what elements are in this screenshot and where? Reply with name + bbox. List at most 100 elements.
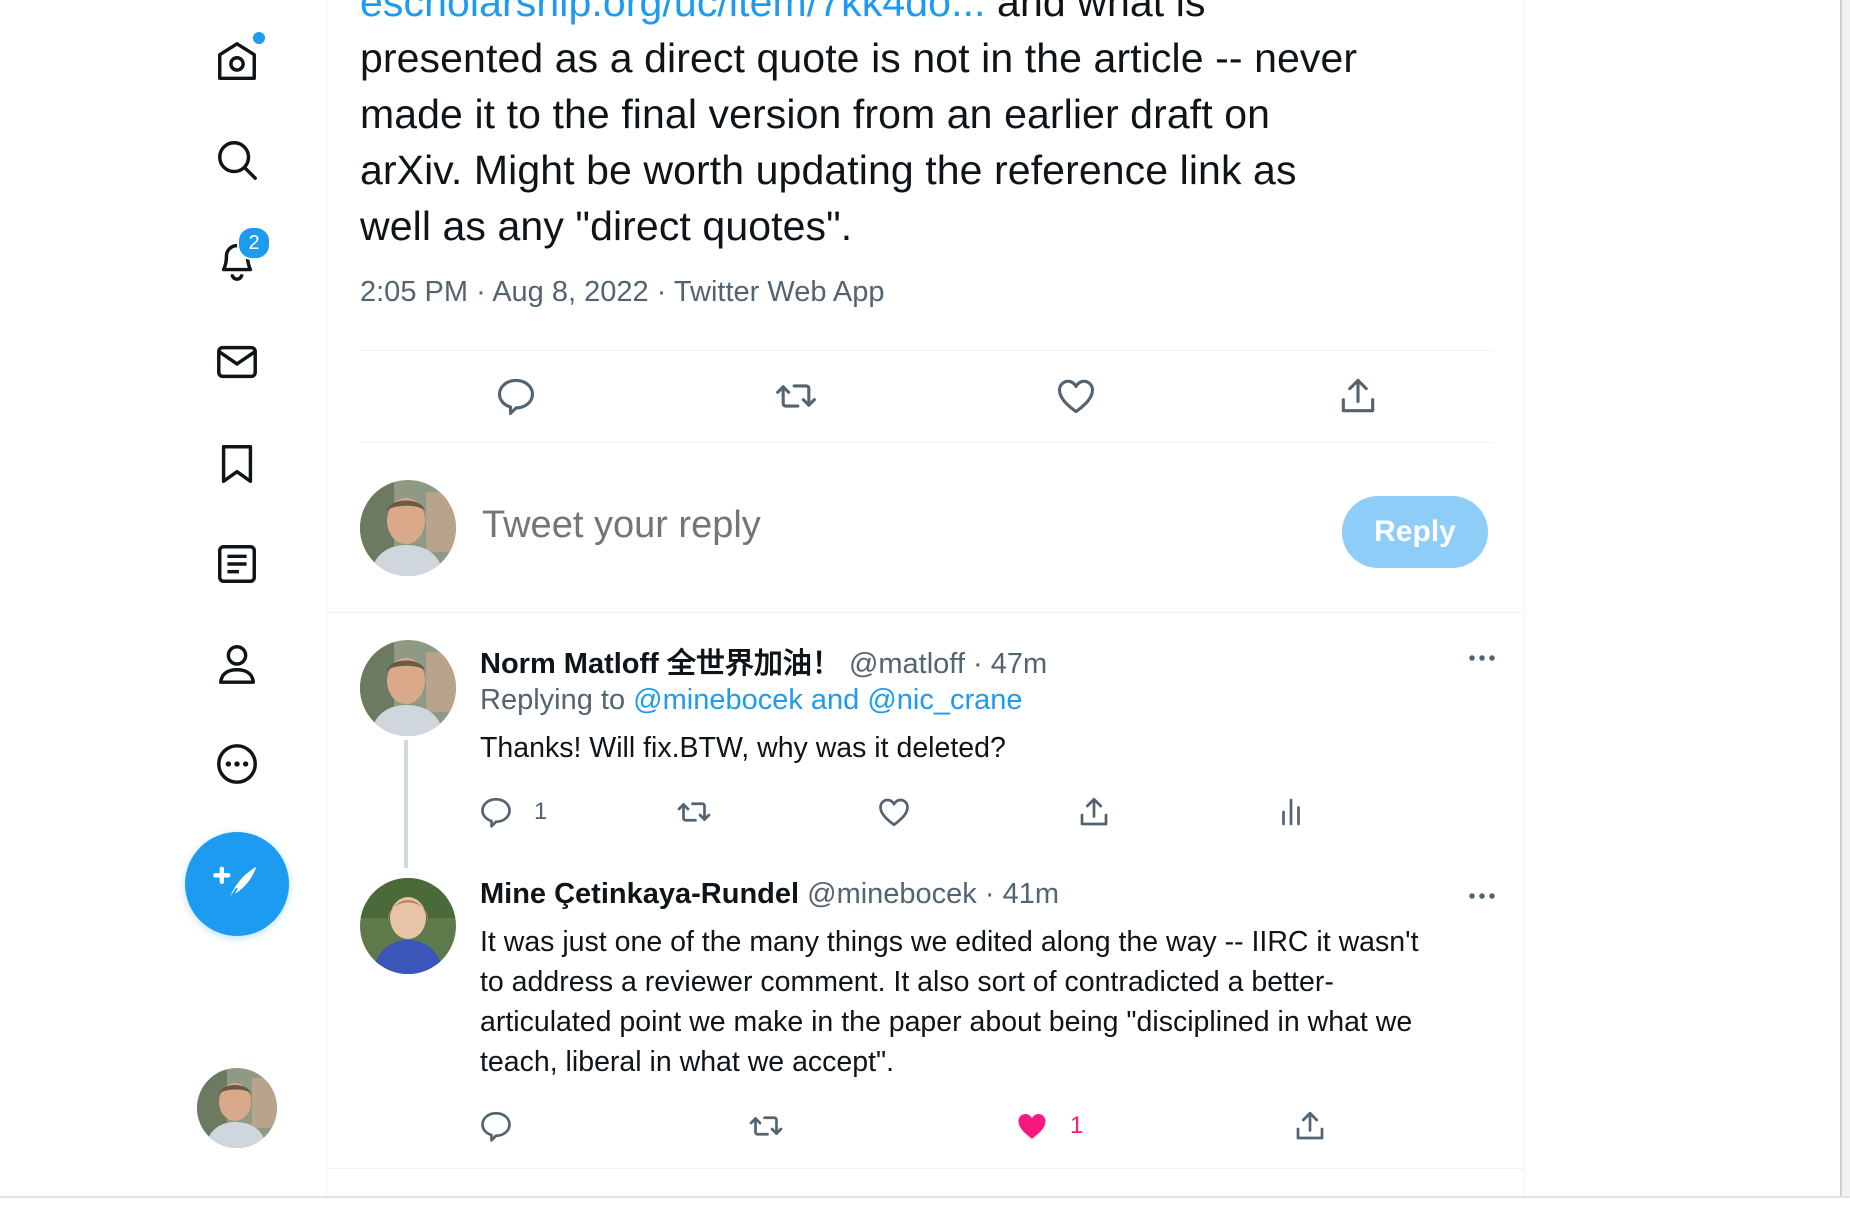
tweet-text: escholarship.org/uc/item/7kk4do... and w… (360, 0, 1500, 254)
nav-bookmarks[interactable] (203, 430, 271, 498)
ellipsis-icon (1469, 893, 1495, 899)
tweet-source[interactable]: Twitter Web App (674, 276, 885, 308)
more-options-button[interactable] (1456, 876, 1508, 916)
share-icon (1080, 797, 1108, 826)
reply-text-line: articulated point we make in the paper a… (480, 1006, 1413, 1038)
nav-profile[interactable] (203, 630, 271, 698)
tweet-text-line: arXiv. Might be worth updating the refer… (360, 147, 1297, 193)
share-button[interactable] (1292, 1104, 1328, 1148)
reply-time[interactable]: 47m (991, 648, 1047, 680)
profile-icon (218, 645, 256, 684)
tweet-time[interactable]: 2:05 PM (360, 276, 468, 308)
user-handle[interactable]: @matloff (849, 648, 965, 680)
notification-badge: 2 (237, 226, 271, 260)
reply-text-line: teach, liberal in what we accept". (480, 1046, 895, 1078)
share-button[interactable] (1076, 790, 1112, 834)
reply-header: Mine Çetinkaya-Rundel @minebocek · 41m (480, 878, 1059, 911)
ellipsis-icon (1469, 655, 1495, 661)
reply-count: 1 (534, 798, 548, 825)
share-button[interactable] (1332, 370, 1384, 422)
account-avatar[interactable] (197, 1068, 277, 1148)
thread-connector-line (404, 740, 408, 868)
tweet-action-bar (360, 350, 1494, 442)
display-name[interactable]: Norm Matloff 全世界加油！ (480, 648, 841, 680)
nav-notifications[interactable]: 2 (203, 226, 271, 294)
analytics-button[interactable] (1276, 790, 1312, 834)
reply-button[interactable]: 1 (478, 790, 547, 834)
nav-messages[interactable] (203, 328, 271, 396)
bookmark-icon (221, 445, 253, 483)
tweet-text-line: made it to the final version from an ear… (360, 91, 1271, 137)
lists-icon (218, 545, 256, 583)
sidebar-nav: 2 (0, 0, 327, 1196)
window-edge (1840, 0, 1850, 1196)
home-icon (218, 42, 256, 81)
nav-lists[interactable] (203, 530, 271, 598)
replying-prefix: Replying to (480, 684, 634, 716)
search-icon (218, 141, 257, 180)
retweet-button[interactable] (676, 790, 712, 834)
avatar-image (360, 878, 456, 974)
feather-plus-icon (213, 866, 257, 902)
divider (326, 1168, 1524, 1169)
like-button[interactable] (1050, 370, 1102, 422)
nav-home[interactable] (203, 28, 271, 96)
meta-sep: · (476, 276, 486, 308)
like-count: 1 (1070, 1112, 1084, 1139)
nav-explore[interactable] (203, 126, 271, 194)
tweet-meta: 2:05 PM · Aug 8, 2022 · Twitter Web App (360, 276, 885, 309)
reply-text-line: to address a reviewer comment. It also s… (480, 966, 1334, 998)
tweet-text-line: well as any "direct quotes". (360, 203, 853, 249)
more-circle-icon (217, 744, 257, 784)
mail-icon (217, 345, 257, 379)
replying-mentions[interactable]: @minebocek and @nic_crane (633, 684, 1022, 716)
heart-icon (1057, 379, 1095, 414)
reply-text-line: It was just one of the many things we ed… (480, 926, 1419, 958)
heart-icon (879, 798, 909, 827)
tweet-text-fragment: and what is (985, 0, 1206, 25)
reply-button[interactable] (490, 370, 542, 422)
meta-sep: · (656, 276, 667, 308)
more-options-button[interactable] (1456, 638, 1508, 678)
reply-text: It was just one of the many things we ed… (480, 922, 1490, 1082)
reply-button[interactable] (478, 1104, 514, 1148)
replying-to: Replying to @minebocek and @nic_crane (480, 684, 1023, 717)
share-icon (1296, 1111, 1324, 1140)
reply-submit-button[interactable]: Reply (1342, 496, 1488, 568)
unread-dot (253, 32, 265, 44)
avatar-image (360, 480, 456, 576)
like-button[interactable] (876, 790, 912, 834)
analytics-bars-icon (1282, 798, 1300, 826)
retweet-button[interactable] (770, 370, 822, 422)
avatar-image (360, 640, 456, 736)
reply-header: Norm Matloff 全世界加油！ @matloff · 47m (480, 640, 1047, 682)
reply-bubble-icon (497, 378, 535, 415)
reply-avatar[interactable] (360, 640, 456, 736)
reply-avatar[interactable] (360, 878, 456, 974)
reply-time[interactable]: 41m (1003, 878, 1059, 910)
tweet-text-line: presented as a direct quote is not in th… (360, 35, 1358, 81)
twitter-page: 2 escholarship.org/uc/item/7kk4do... and… (0, 0, 1850, 1206)
nav-more[interactable] (203, 730, 271, 798)
retweet-button[interactable] (748, 1104, 784, 1148)
meta-sep: · (972, 648, 983, 680)
compose-tweet-button[interactable] (185, 832, 289, 936)
like-button[interactable]: 1 (1014, 1104, 1083, 1148)
composer-avatar[interactable] (360, 480, 456, 576)
reply-input[interactable] (482, 504, 1182, 547)
heart-filled-icon (1018, 1114, 1046, 1139)
retweet-icon (749, 1116, 783, 1136)
meta-sep: · (984, 878, 995, 910)
reply-bubble-icon (481, 1111, 511, 1142)
share-icon (1341, 378, 1375, 413)
window-edge (0, 1196, 1850, 1206)
retweet-icon (677, 802, 711, 822)
tweet-link[interactable]: escholarship.org/uc/item/7kk4do... (360, 0, 986, 25)
main-column: escholarship.org/uc/item/7kk4do... and w… (326, 0, 1525, 1196)
display-name[interactable]: Mine Çetinkaya-Rundel (480, 878, 799, 910)
user-handle[interactable]: @minebocek (807, 878, 977, 910)
avatar-image (197, 1068, 277, 1148)
tweet-date[interactable]: Aug 8, 2022 (492, 276, 648, 308)
reply-composer: Reply (326, 442, 1524, 613)
reply-text: Thanks! Will fix.BTW, why was it deleted… (480, 732, 1006, 764)
